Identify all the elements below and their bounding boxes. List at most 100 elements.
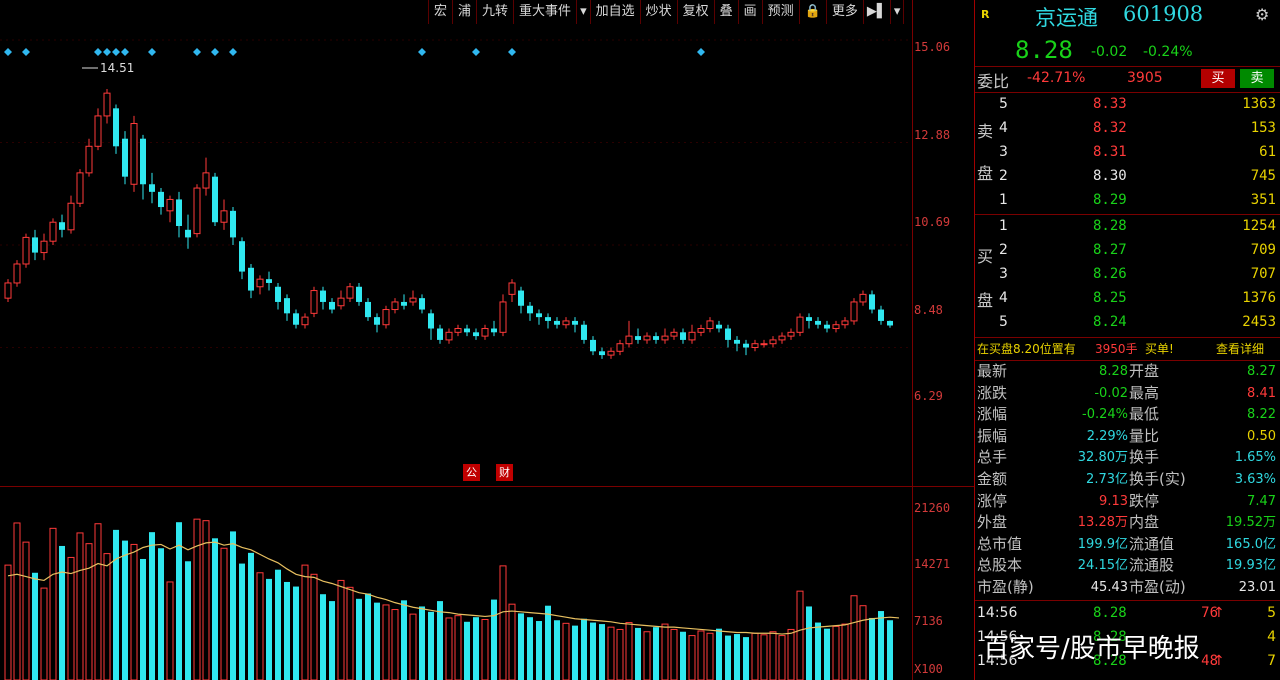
- volume-bar[interactable]: [76, 532, 84, 680]
- volume-bar[interactable]: [527, 617, 533, 680]
- volume-bar[interactable]: [832, 625, 840, 680]
- candle-body[interactable]: [725, 328, 731, 340]
- candle-body[interactable]: [716, 324, 722, 329]
- candle-body[interactable]: [329, 301, 335, 310]
- volume-bar[interactable]: [499, 565, 507, 680]
- candle-body[interactable]: [878, 309, 884, 321]
- volume-bar[interactable]: [230, 531, 236, 680]
- volume-bar[interactable]: [806, 606, 812, 680]
- toolbar-forecast-button[interactable]: 预测: [763, 0, 800, 24]
- volume-bar[interactable]: [248, 552, 254, 680]
- ask-row[interactable]: 5 8.33 1363: [975, 94, 1280, 115]
- event-diamond-marker[interactable]: [103, 48, 111, 56]
- volume-bar[interactable]: [419, 606, 425, 680]
- candle-body[interactable]: [320, 290, 326, 302]
- volume-bar[interactable]: [815, 622, 821, 680]
- toolbar-adjust-button[interactable]: 复权: [678, 0, 715, 24]
- candle-body[interactable]: [760, 343, 768, 346]
- volume-bar[interactable]: [13, 522, 21, 680]
- notice-details-link[interactable]: 查看详细: [1216, 339, 1264, 360]
- announcement-marker[interactable]: 公: [463, 464, 480, 481]
- candle-body[interactable]: [176, 199, 182, 227]
- candle-body[interactable]: [635, 336, 641, 340]
- volume-bar[interactable]: [382, 604, 390, 680]
- candle-body[interactable]: [670, 331, 678, 337]
- volume-bar[interactable]: [49, 527, 57, 680]
- candle-body[interactable]: [796, 316, 804, 333]
- candle-body[interactable]: [293, 313, 299, 325]
- volume-bar[interactable]: [275, 569, 281, 680]
- toolbar-pu-button[interactable]: 浦: [453, 0, 478, 24]
- volume-bar[interactable]: [266, 578, 272, 680]
- volume-bar[interactable]: [635, 627, 641, 680]
- candle-body[interactable]: [536, 313, 542, 318]
- volume-bar[interactable]: [59, 545, 65, 680]
- volume-bar[interactable]: [256, 572, 264, 680]
- volume-bar[interactable]: [869, 617, 875, 680]
- volume-bar[interactable]: [437, 601, 443, 680]
- candle-body[interactable]: [599, 351, 605, 356]
- volume-bar[interactable]: [743, 637, 749, 680]
- volume-bar[interactable]: [239, 563, 245, 680]
- volume-bar[interactable]: [454, 615, 462, 680]
- kline-chart-area[interactable]: 14.51 公 财 宏 浦 九转 重大事件 ▾ 加自选 炒状 复权 叠 画 预测…: [0, 0, 912, 680]
- volume-bar[interactable]: [643, 631, 651, 680]
- volume-bar[interactable]: [824, 628, 830, 680]
- volume-bar[interactable]: [140, 558, 146, 680]
- candle-body[interactable]: [778, 335, 786, 341]
- candle-body[interactable]: [130, 123, 138, 185]
- candle-body[interactable]: [743, 343, 749, 348]
- financial-report-marker[interactable]: 财: [496, 464, 513, 481]
- candle-body[interactable]: [140, 138, 146, 185]
- volume-bar[interactable]: [734, 634, 740, 680]
- candle-body[interactable]: [869, 294, 875, 310]
- volume-bar[interactable]: [545, 605, 551, 680]
- candle-body[interactable]: [445, 331, 453, 341]
- candle-body[interactable]: [545, 317, 551, 321]
- candle-body[interactable]: [40, 240, 48, 254]
- ask-row[interactable]: 4 8.32 153: [975, 118, 1280, 139]
- candle-body[interactable]: [391, 301, 399, 311]
- volume-bar[interactable]: [787, 628, 795, 680]
- candle-body[interactable]: [661, 335, 669, 341]
- candle-body[interactable]: [806, 317, 812, 321]
- volume-bar[interactable]: [149, 532, 155, 680]
- volume-bar[interactable]: [22, 541, 30, 680]
- candle-body[interactable]: [346, 286, 354, 299]
- toolbar-add-watchlist-button[interactable]: 加自选: [591, 0, 641, 24]
- candle-body[interactable]: [688, 331, 696, 341]
- volume-bar[interactable]: [670, 628, 678, 680]
- volume-bar[interactable]: [778, 635, 786, 680]
- volume-bar[interactable]: [599, 624, 605, 680]
- volume-bar[interactable]: [293, 586, 299, 680]
- volume-bar[interactable]: [202, 520, 210, 680]
- candle-body[interactable]: [562, 320, 570, 326]
- toolbar-status-button[interactable]: 炒状: [641, 0, 678, 24]
- candle-body[interactable]: [310, 290, 318, 314]
- candle-body[interactable]: [850, 301, 858, 322]
- volume-bar[interactable]: [473, 617, 479, 680]
- bid-row[interactable]: 2 8.27 709: [975, 240, 1280, 261]
- volume-bar[interactable]: [193, 518, 201, 680]
- candle-body[interactable]: [122, 138, 128, 177]
- candle-body[interactable]: [428, 313, 434, 329]
- volume-bar[interactable]: [616, 628, 624, 680]
- candle-body[interactable]: [113, 108, 119, 147]
- volume-bar[interactable]: [491, 599, 497, 680]
- volume-bar[interactable]: [581, 618, 587, 680]
- volume-bar[interactable]: [607, 626, 615, 680]
- candle-body[interactable]: [166, 198, 174, 212]
- volume-bar[interactable]: [481, 618, 489, 680]
- candle-body[interactable]: [824, 324, 830, 329]
- volume-bar[interactable]: [113, 529, 119, 680]
- ask-row[interactable]: 2 8.30 745: [975, 166, 1280, 187]
- volume-bar[interactable]: [688, 635, 696, 680]
- event-diamond-marker[interactable]: [4, 48, 12, 56]
- volume-bar[interactable]: [329, 601, 335, 680]
- volume-bar[interactable]: [562, 622, 570, 680]
- large-order-notice[interactable]: 在买盘8.20位置有 3950手 买单! 查看详细: [975, 339, 1280, 360]
- volume-bar[interactable]: [67, 556, 75, 680]
- ask-row[interactable]: 3 8.31 61: [975, 142, 1280, 163]
- volume-bar[interactable]: [653, 627, 659, 680]
- candle-body[interactable]: [625, 335, 633, 345]
